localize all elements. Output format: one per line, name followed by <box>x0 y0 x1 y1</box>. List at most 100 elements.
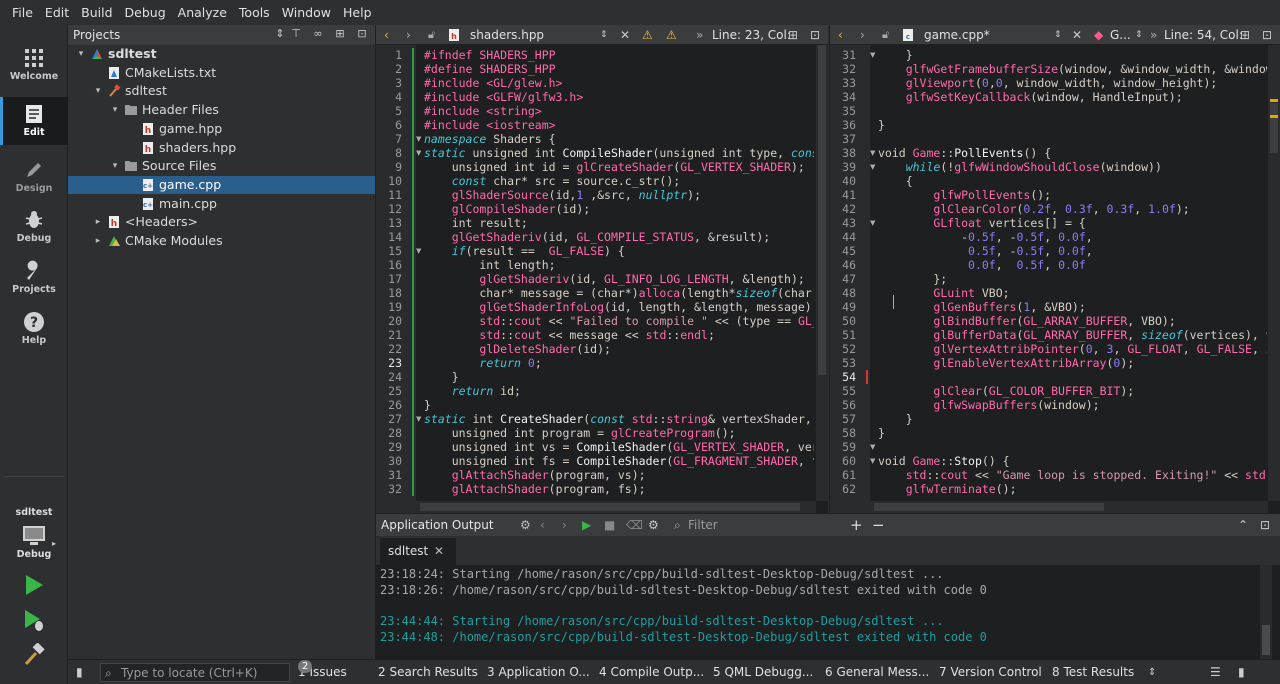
back-arrow-icon[interactable]: ‹ <box>384 25 389 45</box>
toggle-right-sidebar-icon[interactable]: ▮ <box>1238 660 1245 684</box>
menu-analyze[interactable]: Analyze <box>172 0 233 25</box>
close-pane-icon[interactable]: ⊡ <box>1260 514 1270 536</box>
tree-item-sdltest[interactable]: ▾ sdltest <box>68 82 375 100</box>
cursor-position[interactable]: Line: 23, Col: <box>712 25 791 45</box>
fold-arrow-icon[interactable]: ▼ <box>416 244 424 258</box>
close-tab-icon[interactable]: ✕ <box>434 538 444 565</box>
progress-details-icon[interactable]: ☰ <box>1210 660 1221 684</box>
vertical-scrollbar[interactable] <box>816 45 828 501</box>
code-area[interactable]: #ifndef SHADERS_HPP #define SHADERS_HPP #i… <box>424 45 814 513</box>
scroll-thumb[interactable] <box>420 503 800 511</box>
editor-game[interactable]: ‹ › 🔓︎ c game.cpp* ⇕ ✕ ◆ G... ⇕ » Line: … <box>829 25 1280 513</box>
collapsed-arrow-icon[interactable]: ▸ <box>93 232 103 250</box>
fold-arrow-icon[interactable]: ▼ <box>870 48 878 62</box>
menu-tools[interactable]: Tools <box>233 0 276 25</box>
mode-projects[interactable]: Projects <box>0 254 68 302</box>
link-icon[interactable]: ∞ <box>312 28 324 40</box>
menu-window[interactable]: Window <box>276 0 337 25</box>
fold-arrow-icon[interactable]: ▼ <box>416 412 424 426</box>
pane-application-output[interactable]: 3 Application O... <box>487 660 590 684</box>
kit-selector[interactable]: sdltest Debug ▸ <box>0 507 68 560</box>
tree-item-source-files[interactable]: ▾ Source Files <box>68 157 375 175</box>
tree-item-game-cpp[interactable]: c+ game.cpp <box>68 175 375 194</box>
fold-arrow-icon[interactable]: ▼ <box>416 146 424 160</box>
fold-arrow-icon[interactable]: ▼ <box>416 132 424 146</box>
symbol-dropdown-icon[interactable]: ⇕ <box>1135 25 1143 45</box>
view-selector-arrows-icon[interactable]: ⇕ <box>274 28 286 40</box>
close-document-icon[interactable]: ✕ <box>620 25 630 45</box>
mode-edit[interactable]: Edit <box>0 97 68 145</box>
run-button[interactable] <box>22 573 46 597</box>
expanded-arrow-icon[interactable]: ▾ <box>76 45 86 63</box>
back-arrow-icon[interactable]: ‹ <box>838 25 843 45</box>
tree-item-game-hpp[interactable]: h game.hpp <box>68 120 375 138</box>
output-scrollbar[interactable] <box>1260 565 1272 660</box>
fold-arrow-icon[interactable]: ▼ <box>870 216 878 230</box>
pane-qml-debugger[interactable]: 5 QML Debugg... <box>713 660 813 684</box>
tree-item-shaders-hpp[interactable]: h shaders.hpp <box>68 139 375 157</box>
horizontal-scrollbar[interactable] <box>376 501 816 513</box>
tree-item-main-cpp[interactable]: c+ main.cpp <box>68 195 375 213</box>
clear-output-icon[interactable]: ⌫ <box>626 514 643 536</box>
scroll-thumb[interactable] <box>818 45 826 375</box>
more-panes-icon[interactable]: ⇕ <box>1148 660 1156 684</box>
locator-input[interactable]: ⌕ Type to locate (Ctrl+K) <box>100 663 290 682</box>
split-icon[interactable]: ⊞ <box>1240 25 1250 45</box>
close-document-icon[interactable]: ✕ <box>1072 25 1082 45</box>
forward-arrow-icon[interactable]: › <box>406 25 411 45</box>
fold-arrow-icon[interactable]: ▼ <box>870 160 878 174</box>
symbol-selector[interactable]: G... <box>1110 25 1131 45</box>
mode-help[interactable]: ? Help <box>0 305 68 353</box>
tree-item-sdltest[interactable]: ▾ sdltest <box>68 45 375 63</box>
cursor-position[interactable]: Line: 54, Col: <box>1164 25 1243 45</box>
scroll-thumb[interactable] <box>1270 103 1278 153</box>
open-document-name[interactable]: game.cpp* <box>924 25 990 45</box>
zoom-out-icon[interactable]: − <box>872 514 885 536</box>
tree-item-headers[interactable]: ▸ h <Headers> <box>68 213 375 231</box>
fold-arrow-icon[interactable]: ▼ <box>870 454 878 468</box>
close-split-icon[interactable]: ⊡ <box>810 25 820 45</box>
collapsed-arrow-icon[interactable]: ▸ <box>93 213 103 231</box>
editor-shaders[interactable]: ‹ › 🔓︎ h shaders.hpp ⇕ ✕ ⚠ ⚠ » Line: 23,… <box>376 25 828 513</box>
forward-arrow-icon[interactable]: › <box>860 25 865 45</box>
menu-build[interactable]: Build <box>75 0 118 25</box>
mode-debug[interactable]: Debug <box>0 203 68 251</box>
horizontal-scrollbar[interactable] <box>830 501 1268 513</box>
expanded-arrow-icon[interactable]: ▾ <box>110 157 120 175</box>
filter-icon[interactable]: ⊤ <box>290 28 302 40</box>
split-icon[interactable]: ⊞ <box>334 28 346 40</box>
document-dropdown-icon[interactable]: ⇕ <box>600 25 608 45</box>
fold-arrow-icon[interactable]: ▼ <box>870 146 878 160</box>
more-chevron-icon[interactable]: » <box>696 25 703 45</box>
close-split-icon[interactable]: ⊡ <box>1262 25 1272 45</box>
debug-run-button[interactable] <box>22 608 46 632</box>
attach-icon[interactable]: ⚙ <box>520 514 531 536</box>
scroll-thumb[interactable] <box>874 503 1104 511</box>
tree-item-header-files[interactable]: ▾ Header Files <box>68 101 375 119</box>
zoom-in-icon[interactable]: + <box>850 514 863 536</box>
maximize-chevron-icon[interactable]: ⌃ <box>1238 514 1248 536</box>
build-hammer-button[interactable] <box>22 643 46 667</box>
pane-test-results[interactable]: 8 Test Results <box>1052 660 1134 684</box>
more-chevron-icon[interactable]: » <box>1150 25 1157 45</box>
vertical-scrollbar[interactable] <box>1268 45 1280 501</box>
menu-help[interactable]: Help <box>337 0 378 25</box>
expanded-arrow-icon[interactable]: ▾ <box>93 82 103 100</box>
tree-item-cmake-modules[interactable]: ▸ CMake Modules <box>68 232 375 250</box>
close-pane-icon[interactable]: ⊡ <box>356 28 368 40</box>
tree-item-cmakelists-txt[interactable]: CMakeLists.txt <box>68 64 375 82</box>
menu-file[interactable]: File <box>6 0 39 25</box>
toggle-sidebar-icon[interactable]: ▮ <box>76 660 83 684</box>
pane-compile-output[interactable]: 4 Compile Outp... <box>599 660 704 684</box>
document-dropdown-icon[interactable]: ⇕ <box>1054 25 1062 45</box>
mode-design[interactable]: Design <box>0 153 68 201</box>
next-item-icon[interactable]: › <box>562 514 567 536</box>
mode-welcome[interactable]: Welcome <box>0 41 68 89</box>
stop-icon[interactable]: ■ <box>604 514 615 536</box>
menu-debug[interactable]: Debug <box>119 0 172 25</box>
rerun-icon[interactable]: ▶ <box>582 514 591 536</box>
output-tab[interactable]: sdltest ✕ <box>380 538 456 565</box>
code-area[interactable]: } glfwGetFramebufferSize(window, &window… <box>878 45 1267 513</box>
previous-item-icon[interactable]: ‹ <box>540 514 545 536</box>
settings-gear-icon[interactable]: ⚙ <box>648 514 659 536</box>
